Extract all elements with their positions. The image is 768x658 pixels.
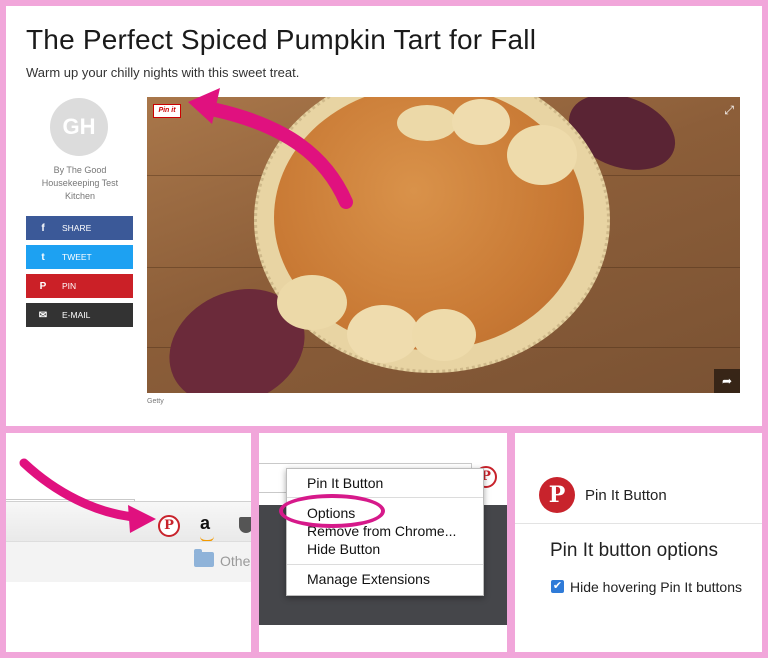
menu-item-pin-it-button[interactable]: Pin It Button [307,475,383,491]
pastry-leaf [452,99,510,145]
other-bookmarks-label[interactable]: Othe [220,553,250,569]
pin-it-extension-icon[interactable]: P [158,515,180,537]
browser-toolbar-panel: P a Othe [6,433,251,652]
amazon-extension-icon[interactable]: a [200,513,210,534]
facebook-icon: f [41,222,45,234]
bookmarks-bar: Othe [6,541,251,582]
pastry-leaf [347,305,419,363]
article-subtitle: Warm up your chilly nights with this swe… [26,65,300,80]
article-title: The Perfect Spiced Pumpkin Tart for Fall [26,24,537,55]
extension-options-panel: P Pin It Button Pin It button options ✔ … [515,433,762,652]
email-icon: ✉ [38,309,48,321]
share-button-label: SHARE [62,223,92,233]
share-button-facebook[interactable]: f SHARE [26,216,133,240]
photo-credit: Getty [147,398,164,405]
pastry-leaf [277,275,347,330]
share-button-twitter[interactable]: t TWEET [26,245,133,269]
menu-item-hide-button[interactable]: Hide Button [307,541,380,557]
article-panel: The Perfect Spiced Pumpkin Tart for Fall… [6,6,762,426]
share-arrow-icon[interactable]: ➦ [714,369,740,393]
folder-icon [194,549,214,567]
share-button-label: PIN [62,281,77,291]
author-avatar[interactable]: GH [50,98,108,156]
pastry-leaf [397,105,457,141]
pastry-leaf [507,125,577,185]
pumpkin-tart-photo: Pin it ⤢ ➦ [147,97,740,393]
author-byline[interactable]: By The Good Housekeeping Test Kitchen [26,164,134,203]
pin-it-badge[interactable]: Pin it [153,104,181,118]
extension-context-menu-panel: P Pin It Button Options Remove from Chro… [259,433,507,652]
share-button-pinterest[interactable]: P PIN [26,274,133,298]
hide-hovering-checkbox[interactable]: ✔ [551,580,564,593]
context-menu: Pin It Button Options Remove from Chrome… [286,468,484,596]
share-button-label: TWEET [62,252,92,262]
expand-icon[interactable]: ⤢ [724,103,734,118]
twitter-icon: t [41,251,45,263]
pastry-leaf [412,309,476,361]
hide-hovering-label[interactable]: Hide hovering Pin It buttons [570,579,742,595]
options-heading: Pin It button options [550,540,718,561]
share-button-label: E-MAIL [62,310,91,320]
share-button-email[interactable]: ✉ E-MAIL [26,303,133,327]
options-highlight-circle [279,494,385,528]
options-header: P Pin It Button [515,463,762,524]
toolbar [6,501,251,542]
pinterest-logo-icon: P [539,477,575,513]
shield-extension-icon[interactable] [239,517,251,533]
pinterest-icon: P [39,280,47,292]
menu-separator [287,564,483,565]
extension-name: Pin It Button [585,487,667,504]
menu-item-manage-extensions[interactable]: Manage Extensions [307,571,430,587]
